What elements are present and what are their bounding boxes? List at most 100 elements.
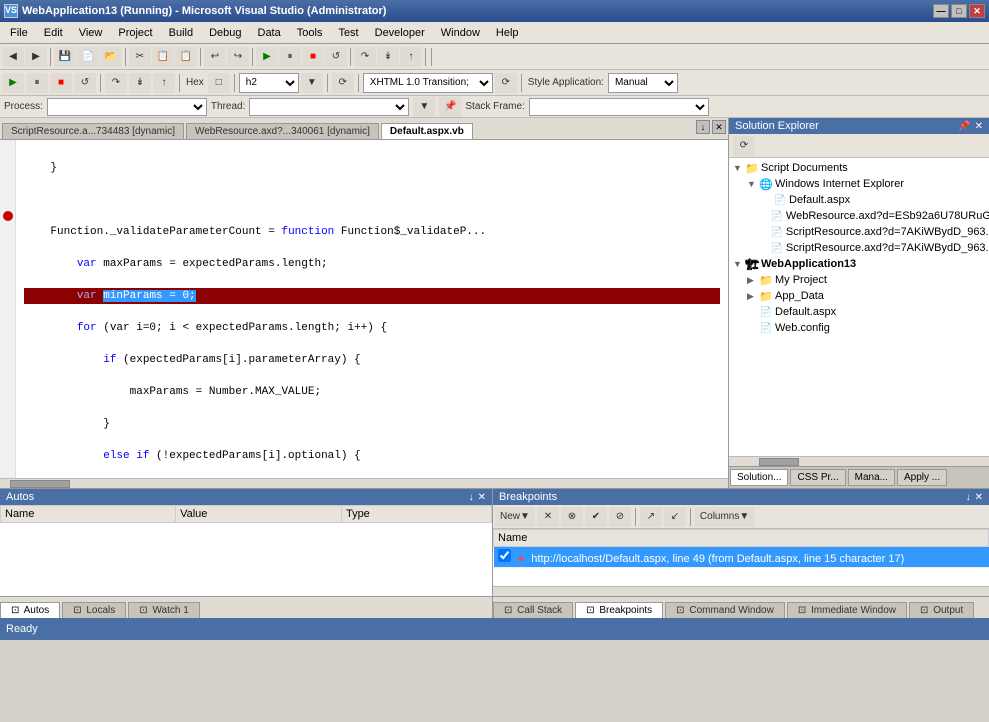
tb-undo-btn[interactable]: ↩	[204, 47, 226, 67]
style-app-dropdown[interactable]: Manual	[608, 73, 678, 93]
h2-dropdown[interactable]: h2	[239, 73, 299, 93]
tb-save-btn[interactable]: 💾	[54, 47, 76, 67]
tree-item-webapp[interactable]: ▼ 🏗 WebApplication13	[731, 256, 987, 272]
hscroll-thumb[interactable]	[10, 480, 70, 488]
autos-col-value[interactable]: Value	[176, 506, 342, 523]
bp-export-btn[interactable]: ↗	[640, 507, 662, 527]
solution-content[interactable]: ▼ 📁 Script Documents ▼ 🌐 Windows Interne…	[729, 158, 989, 456]
tree-item-webconfig[interactable]: ▶ 📄 Web.config	[731, 320, 987, 336]
tb-cut-btn[interactable]: ✂	[129, 47, 151, 67]
bottom-tab-immediate[interactable]: ⊡ Immediate Window	[787, 602, 907, 618]
tab-scriptresource[interactable]: ScriptResource.a...734483 [dynamic]	[2, 123, 184, 139]
tb-stepover-btn[interactable]: ↷	[354, 47, 376, 67]
bp-row[interactable]: ● http://localhost/Default.aspx, line 49…	[494, 547, 989, 568]
minimize-button[interactable]: —	[933, 4, 949, 18]
bp-col-name[interactable]: Name	[494, 530, 989, 547]
tab-webresource[interactable]: WebResource.axd?...340061 [dynamic]	[186, 123, 379, 139]
code-content[interactable]: } Function._validateParameterCount = fun…	[0, 140, 728, 478]
tb2-stepinto[interactable]: ↡	[129, 73, 151, 93]
xhtml-dropdown[interactable]: XHTML 1.0 Transition;	[363, 73, 493, 93]
sol-hscroll-thumb[interactable]	[759, 458, 799, 466]
tree-item-myproject[interactable]: ▶ 📁 My Project	[731, 272, 987, 288]
autos-col-type[interactable]: Type	[341, 506, 491, 523]
tb-debug-restart[interactable]: ↺	[325, 47, 347, 67]
tb2-dropdown-arrow[interactable]: ▼	[301, 73, 323, 93]
tb-stepout-btn[interactable]: ↑	[400, 47, 422, 67]
menu-view[interactable]: View	[71, 25, 111, 41]
hex-btn[interactable]: □	[208, 73, 230, 93]
menu-window[interactable]: Window	[433, 25, 488, 41]
bp-import-btn[interactable]: ↙	[664, 507, 686, 527]
bp-hscroll[interactable]	[493, 586, 989, 596]
tab-default-aspx-vb[interactable]: Default.aspx.vb	[381, 123, 473, 139]
autos-col-name[interactable]: Name	[1, 506, 176, 523]
code-hscrollbar[interactable]	[0, 478, 728, 488]
bp-delete-btn[interactable]: ✕	[537, 507, 559, 527]
tree-item-scriptresource2[interactable]: ▶ 📄 ScriptResource.axd?d=7AKiWBydD_963..…	[731, 240, 987, 256]
bp-enable-btn[interactable]: ✔	[585, 507, 607, 527]
bottom-tab-locals[interactable]: ⊡ Locals	[62, 602, 126, 618]
menu-developer[interactable]: Developer	[367, 25, 433, 41]
tree-item-scriptdocs[interactable]: ▼ 📁 Script Documents	[731, 160, 987, 176]
sol-tab-css[interactable]: CSS Pr...	[790, 469, 845, 486]
bottom-tab-watch1[interactable]: ⊡ Watch 1	[128, 602, 199, 618]
tb-paste-btn[interactable]: 📋	[175, 47, 197, 67]
menu-edit[interactable]: Edit	[36, 25, 71, 41]
tb2-restart[interactable]: ↺	[74, 73, 96, 93]
tb2-stepout[interactable]: ↑	[153, 73, 175, 93]
bp-new-btn[interactable]: New▼	[495, 507, 535, 527]
thread-pin-btn[interactable]: 📌	[439, 97, 461, 117]
bottom-tab-output[interactable]: ⊡ Output	[909, 602, 974, 618]
tab-pin-btn[interactable]: ↓	[696, 120, 710, 134]
tb-back-btn[interactable]: ◀	[2, 47, 24, 67]
tb-redo-btn[interactable]: ↪	[227, 47, 249, 67]
sol-pin-btn[interactable]: 📌	[958, 121, 970, 132]
stack-frame-dropdown[interactable]	[529, 98, 709, 116]
tree-item-default-aspx[interactable]: ▶ 📄 Default.aspx	[731, 192, 987, 208]
sol-close-btn[interactable]: ✕	[975, 121, 983, 132]
process-dropdown[interactable]	[47, 98, 207, 116]
autos-table[interactable]: Name Value Type	[0, 505, 492, 596]
sol-tab-manage[interactable]: Mana...	[848, 469, 895, 486]
tb-copy-btn[interactable]: 📋	[152, 47, 174, 67]
thread-filter-btn[interactable]: ▼	[413, 97, 435, 117]
menu-project[interactable]: Project	[110, 25, 160, 41]
tb-stepinto-btn[interactable]: ↡	[377, 47, 399, 67]
tree-item-ie[interactable]: ▼ 🌐 Windows Internet Explorer	[731, 176, 987, 192]
tree-item-appdata[interactable]: ▶ 📁 App_Data	[731, 288, 987, 304]
menu-test[interactable]: Test	[330, 25, 366, 41]
menu-tools[interactable]: Tools	[289, 25, 331, 41]
tb2-extra1[interactable]: ⟳	[332, 73, 354, 93]
bottom-tab-autos[interactable]: ⊡ Autos	[0, 602, 60, 618]
bottom-tab-callstack[interactable]: ⊡ Call Stack	[493, 602, 573, 618]
bp-columns-btn[interactable]: Columns▼	[695, 507, 754, 527]
bp-disable-btn[interactable]: ⊘	[609, 507, 631, 527]
tb-open-btn[interactable]: 📂	[100, 47, 122, 67]
tree-item-scriptresource1[interactable]: ▶ 📄 ScriptResource.axd?d=7AKiWBydD_963..…	[731, 224, 987, 240]
bp-delete-all-btn[interactable]: ⊗	[561, 507, 583, 527]
maximize-button[interactable]: □	[951, 4, 967, 18]
bottom-tab-cmdwindow[interactable]: ⊡ Command Window	[665, 602, 785, 618]
tb-debug-start[interactable]: ▶	[256, 47, 278, 67]
sol-refresh-btn[interactable]: ⟳	[733, 136, 755, 156]
bottom-tab-breakpoints[interactable]: ⊡ Breakpoints	[575, 602, 663, 618]
tb2-stepover[interactable]: ↷	[105, 73, 127, 93]
menu-file[interactable]: File	[2, 25, 36, 41]
menu-data[interactable]: Data	[250, 25, 289, 41]
bp-close-btn[interactable]: ✕	[975, 492, 983, 503]
autos-pin-btn[interactable]: ↓	[469, 492, 474, 503]
tb-debug-stop[interactable]: ■	[302, 47, 324, 67]
close-button[interactable]: ✕	[969, 4, 985, 18]
code-text[interactable]: } Function._validateParameterCount = fun…	[16, 140, 728, 478]
autos-close-btn[interactable]: ✕	[478, 492, 486, 503]
menu-help[interactable]: Help	[488, 25, 527, 41]
tb2-refresh[interactable]: ⟳	[495, 73, 517, 93]
tb2-pause[interactable]: ⏸	[26, 73, 48, 93]
bp-checkbox[interactable]	[498, 549, 511, 562]
thread-dropdown[interactable]	[249, 98, 409, 116]
sol-hscroll[interactable]	[729, 456, 989, 466]
bp-pin-btn[interactable]: ↓	[966, 492, 971, 503]
tab-close-btn[interactable]: ✕	[712, 120, 726, 134]
tree-item-webresource[interactable]: ▶ 📄 WebResource.axd?d=ESb92a6U78URuG...	[731, 208, 987, 224]
bp-content[interactable]: Name ● http://localhost/Default.aspx, li…	[493, 529, 989, 586]
